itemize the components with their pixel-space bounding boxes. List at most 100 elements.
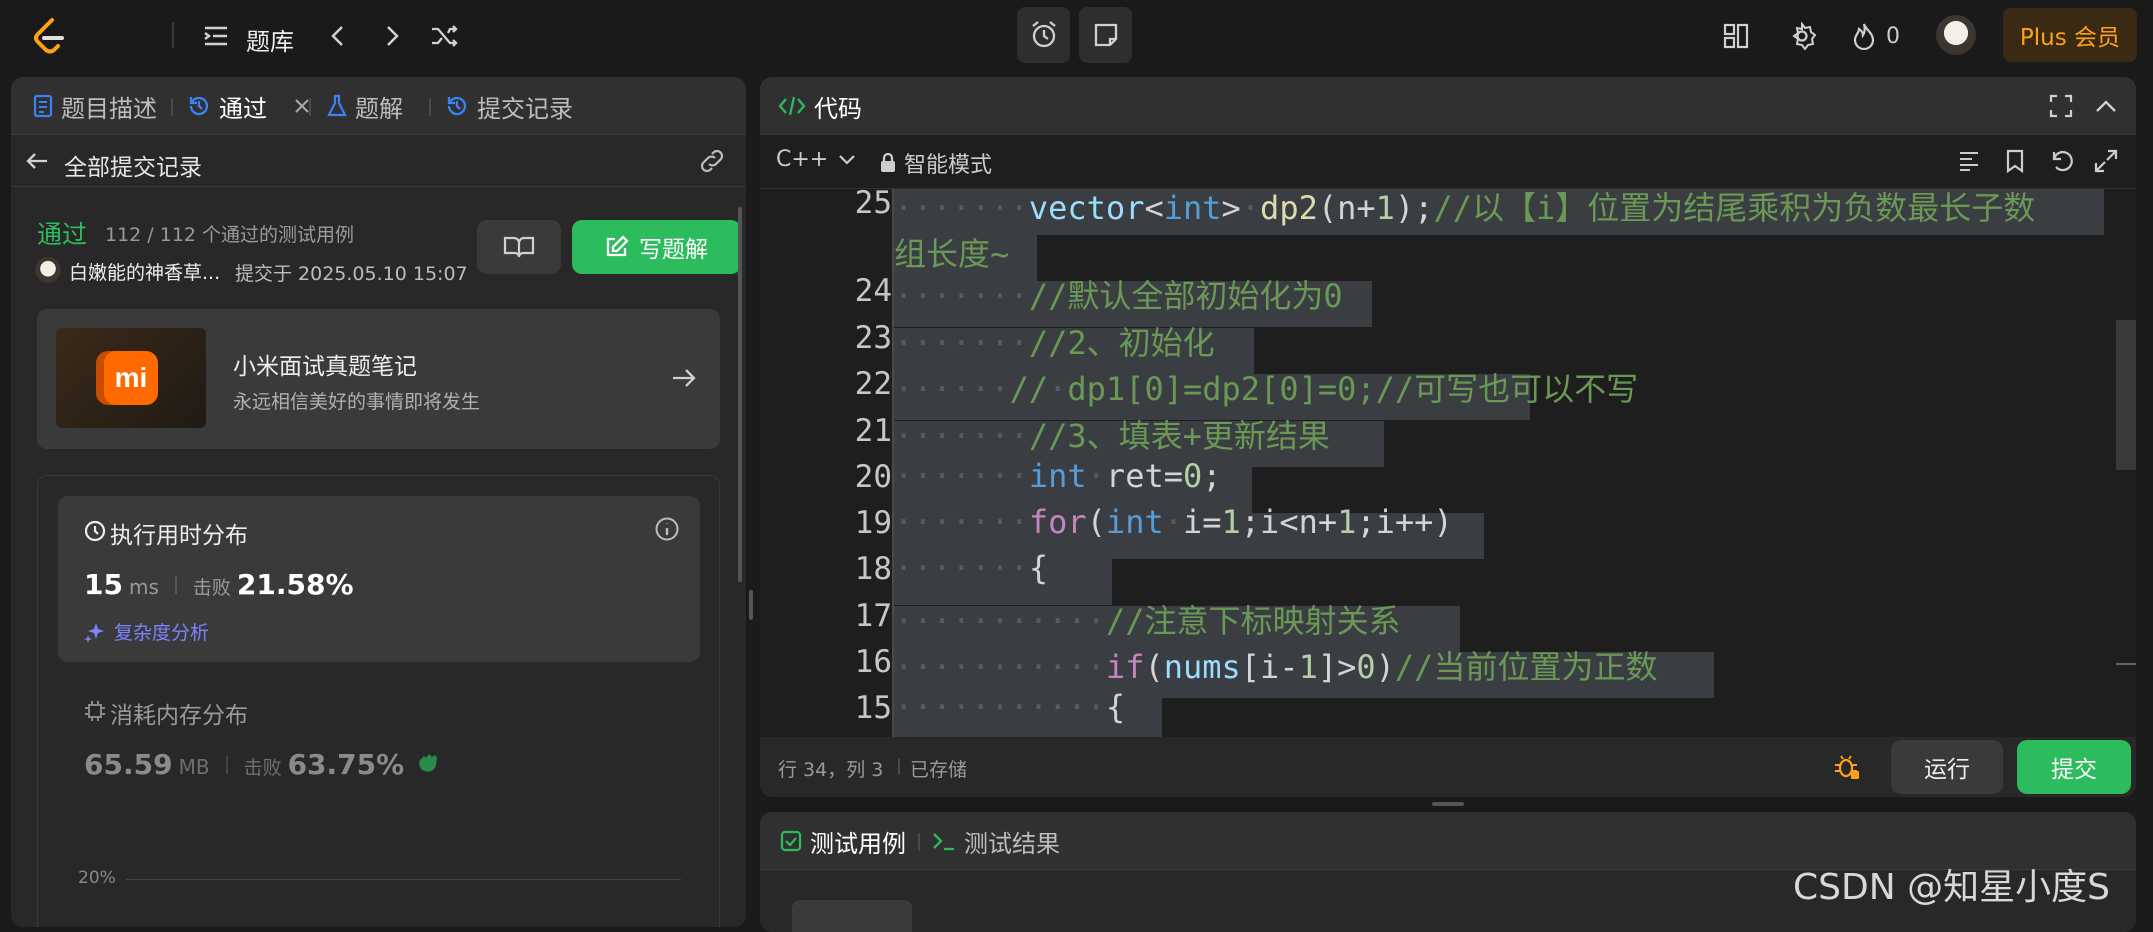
plus-label: Plus 会员 [2019,25,2121,51]
memory-value: 65.59 MB 击败 63.75% [84,748,442,781]
tab-separator [918,833,920,851]
line-number: 17 [854,598,892,634]
editor-status-bar: 行 34，列 3 已存储 运行 提交 [760,737,2136,797]
format-align-icon[interactable] [1958,151,1980,171]
chip-icon [85,701,105,721]
line-number: 18 [854,551,892,587]
tab-accepted[interactable]: 通过 [187,77,311,135]
case-tab-pill[interactable] [792,900,912,932]
tab-code-label: 代码 [814,94,862,123]
reset-undo-icon[interactable] [2050,149,2074,173]
problem-bank-link[interactable]: 题库 [246,22,294,57]
complexity-analysis-label: 复杂度分析 [114,622,210,644]
chevron-right-icon[interactable] [376,20,408,52]
write-solution-button[interactable]: 写题解 [572,220,741,274]
tab-testcase-label: 测试用例 [810,829,906,858]
code-icon [778,96,806,116]
expand-icon[interactable] [2094,149,2118,173]
memory-section[interactable]: 消耗内存分布 65.59 MB 击败 63.75% [58,676,700,796]
code-line: 组长度~ [894,235,1010,273]
arrow-right-icon[interactable] [671,367,697,389]
shuffle-icon[interactable] [428,20,462,52]
editor-scrollbar[interactable] [2116,320,2136,470]
submit-button[interactable]: 提交 [2017,740,2131,794]
settings-gear-icon[interactable] [1786,20,1818,52]
testcases-passed: 112 / 112 个通过的测试用例 [105,224,355,246]
divider [174,576,177,594]
notes-book-button[interactable] [477,220,561,274]
tab-test-result-label: 测试结果 [964,829,1060,858]
promo-card[interactable]: mi 小米面试真题笔记 永远相信美好的事情即将发生 [37,309,720,449]
back-to-all-submissions[interactable]: 全部提交记录 [64,148,202,182]
runtime-unit: ms [128,575,159,599]
submit-label: 提交 [2051,757,2097,783]
back-row[interactable]: 全部提交记录 [11,135,746,187]
tab-testcase[interactable]: 测试用例 [780,812,906,870]
info-icon[interactable] [654,516,680,542]
user-avatar[interactable] [1936,15,1976,55]
mode-indicator[interactable]: 智能模式 [880,147,992,179]
run-button[interactable]: 运行 [1891,740,2003,794]
write-solution-label: 写题解 [639,237,708,263]
tab-code[interactable]: 代码 [778,77,862,135]
streak-flame-icon[interactable] [1850,20,1878,52]
chart-gridline [126,879,681,880]
notes-button[interactable] [1079,7,1132,63]
memory-unit: MB [178,755,210,779]
cursor-position: 行 34，列 3 [778,759,884,781]
code-line: ···········if(nums[i-1]>0)//当前位置为正数 [894,648,1658,686]
list-icon[interactable] [200,20,232,52]
run-label: 运行 [1924,757,1970,783]
status-accepted: 通过 [37,220,88,249]
code-line: ·······int·ret=0; [894,457,1222,495]
left-panel-scrollbar[interactable] [738,207,742,582]
memory-title: 消耗内存分布 [110,703,248,729]
runtime-beats-label: 击败 [192,577,231,599]
code-line: ·······//默认全部初始化为0 [894,277,1343,315]
promo-subtitle: 永远相信美好的事情即将发生 [233,391,481,413]
history-icon [447,96,467,116]
chevron-left-icon[interactable] [322,20,354,52]
status-divider [898,759,900,775]
panel-resize-handle[interactable] [749,590,753,620]
code-editor-panel: 代码 C++ 智能模式 25 24 23 22 21 20 19 18 17 1… [760,77,2136,797]
line-number: 16 [854,644,892,680]
fullscreen-icon[interactable] [2049,94,2073,118]
arrow-left-icon[interactable] [25,151,49,171]
memory-number: 65.59 [84,748,173,781]
runtime-card[interactable]: 执行用时分布 15 ms 击败 21.58% 复杂度分析 [58,496,700,662]
submitter-avatar [35,257,61,283]
link-icon[interactable] [697,149,727,173]
debug-bug-icon[interactable] [1833,753,1861,781]
xiaomi-logo-text: mi [114,362,148,393]
layout-grid-icon[interactable] [1720,20,1752,52]
alarm-clock-icon [1031,21,1056,48]
code-line: ·······for(int·i=1;i<n+1;i++) [894,503,1453,541]
tab-separator [309,98,311,116]
tab-description[interactable]: 题目描述 [33,77,157,135]
xiaomi-cover-image: mi [56,328,206,428]
line-number: 22 [854,366,892,402]
top-bar: 题库 0 Plus 会员 [0,0,2153,70]
plus-membership-button[interactable]: Plus 会员 [2003,8,2137,62]
stats-card: 执行用时分布 15 ms 击败 21.58% 复杂度分析 消耗内存分布 65.5… [37,475,720,927]
complexity-analysis-link[interactable]: 复杂度分析 [84,618,209,645]
tab-separator [429,98,431,116]
language-select[interactable]: C++ [776,147,856,172]
alarm-clock-button[interactable] [1017,7,1070,63]
terminal-icon [933,833,954,851]
tab-submissions[interactable]: 提交记录 [445,77,573,135]
lock-icon [881,153,895,172]
leetcode-logo-icon[interactable] [28,14,70,56]
left-tabs-header: 题目描述 通过 题解 提交记录 [11,77,746,135]
tab-solutions-label: 题解 [355,94,403,123]
code-area[interactable]: 25 24 23 22 21 20 19 18 17 16 15 ·······… [760,189,2116,797]
chevron-up-icon[interactable] [2094,94,2118,118]
bookmark-icon[interactable] [2005,149,2025,173]
tab-test-result[interactable]: 测试结果 [932,812,1060,870]
chevron-down-icon [839,154,856,165]
horizontal-resize-handle[interactable] [1432,802,1464,806]
note-icon [1094,23,1117,47]
tab-solutions[interactable]: 题解 [327,77,403,135]
submitter-name[interactable]: 白嫩能的神香草... [69,258,220,285]
